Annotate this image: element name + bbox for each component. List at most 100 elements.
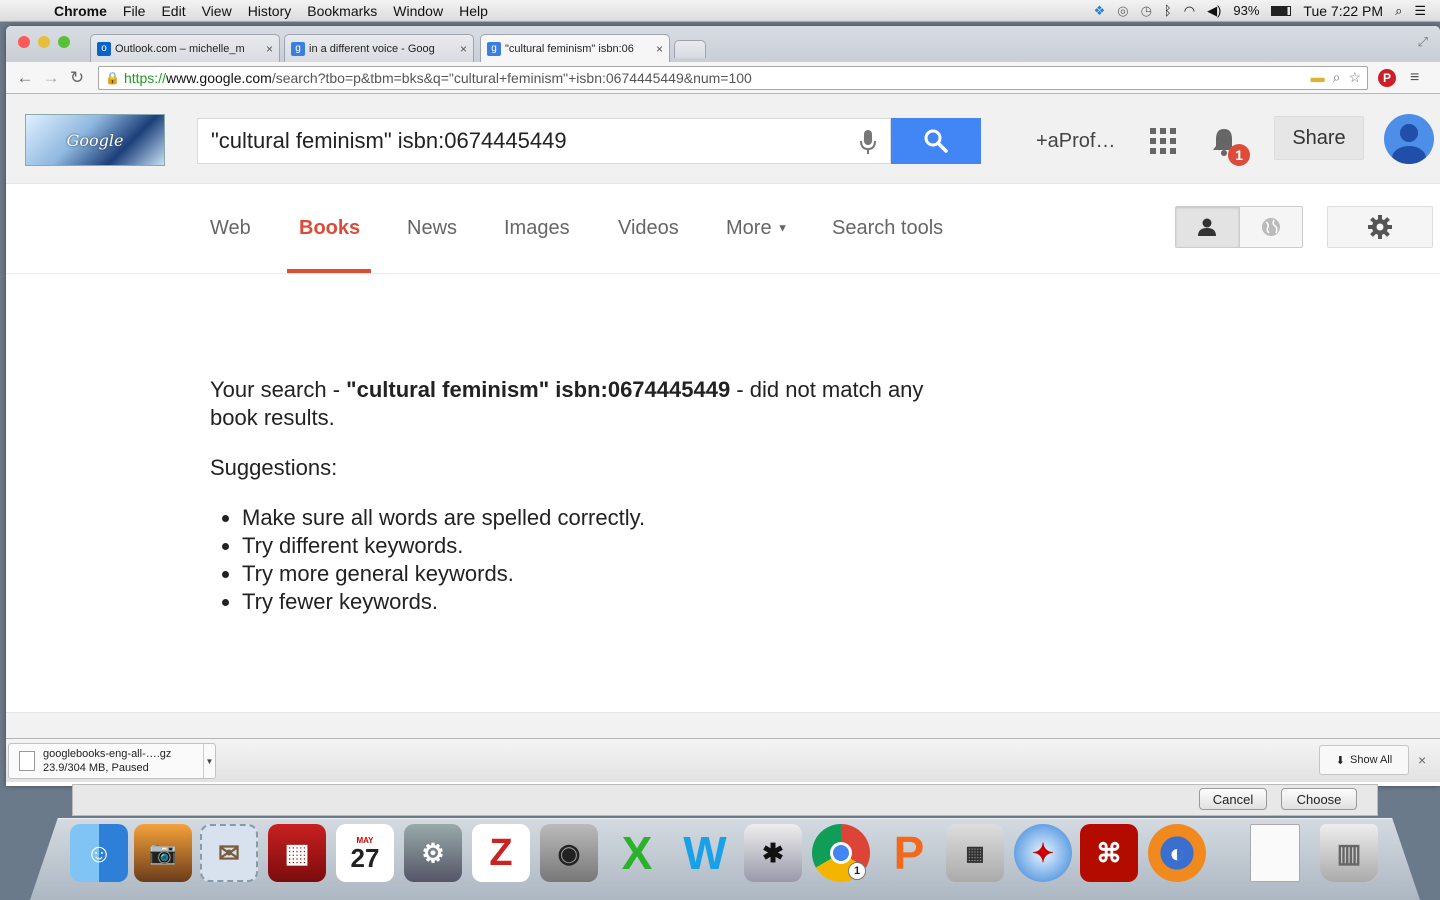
menu-app-chrome[interactable]: Chrome xyxy=(46,3,115,19)
tab-web[interactable]: Web xyxy=(210,217,251,240)
menu-window[interactable]: Window xyxy=(385,3,451,19)
apps-grid-icon[interactable] xyxy=(1150,128,1176,154)
no-match-text: Your search - "cultural feminism" isbn:0… xyxy=(210,377,924,430)
list-item: Make sure all words are spelled correctl… xyxy=(242,504,970,532)
personal-results-toggle[interactable] xyxy=(1175,206,1303,248)
tab-news[interactable]: News xyxy=(407,217,457,240)
search-button[interactable] xyxy=(891,118,981,164)
menu-view[interactable]: View xyxy=(194,3,240,19)
pinterest-icon[interactable]: P xyxy=(1378,68,1396,87)
minimize-window-button[interactable] xyxy=(38,36,50,48)
battery-icon[interactable] xyxy=(1271,5,1292,16)
settings-button[interactable] xyxy=(1327,206,1433,248)
share-button[interactable]: Share xyxy=(1274,116,1364,160)
photo-booth-icon[interactable]: ▦ xyxy=(268,824,326,882)
sync-icon[interactable]: ◎ xyxy=(1117,3,1128,19)
folder-icon[interactable]: ▬ xyxy=(1311,69,1325,86)
zoom-icon[interactable]: ⌕ xyxy=(1333,69,1341,86)
time-machine-icon[interactable]: ◷ xyxy=(1141,3,1152,19)
person-icon xyxy=(1198,218,1217,236)
tab-more[interactable]: More ▼ xyxy=(726,217,788,240)
show-all-downloads-button[interactable]: ⬇ Show All xyxy=(1319,745,1409,775)
no-results-message: Your search - "cultural feminism" isbn:0… xyxy=(210,376,970,616)
firefox-icon[interactable]: ◐ xyxy=(1148,824,1206,882)
chrome-dock-badge: 1 xyxy=(848,862,866,880)
document-icon[interactable] xyxy=(1250,824,1300,882)
macos-menu-bar: Chrome File Edit View History Bookmarks … xyxy=(0,0,1440,22)
browser-toolbar: ← → ↻ 🔒 https:// www.google.com /search?… xyxy=(6,62,1440,94)
close-tab-icon[interactable]: × xyxy=(656,42,663,56)
iphoto-icon[interactable]: 📷 xyxy=(134,824,192,882)
tab-books[interactable]: Books xyxy=(299,217,360,240)
menu-history[interactable]: History xyxy=(240,3,300,19)
gear-icon xyxy=(1368,215,1392,239)
spotlight-icon[interactable]: ⌕ xyxy=(1395,3,1402,19)
search-input[interactable]: "cultural feminism" isbn:0674445449 xyxy=(197,118,891,164)
notification-badge[interactable]: 1 xyxy=(1228,144,1250,166)
download-filename: googlebooks-eng-all-….gz xyxy=(43,748,172,760)
acrobat-icon[interactable]: ⌘ xyxy=(1080,824,1138,882)
menu-edit[interactable]: Edit xyxy=(153,3,193,19)
battery-percent[interactable]: 93% xyxy=(1233,3,1259,18)
close-download-shelf-icon[interactable]: × xyxy=(1418,752,1426,768)
microphone-icon[interactable] xyxy=(858,128,878,156)
download-menu-icon[interactable]: ▼ xyxy=(203,744,215,778)
bluetooth-icon[interactable]: ᛒ xyxy=(1164,3,1172,18)
dropbox-icon[interactable]: ❖ xyxy=(1094,3,1106,19)
excel-icon[interactable]: X xyxy=(608,824,666,882)
mail-stamp-icon[interactable]: ✉ xyxy=(200,824,258,882)
word-icon[interactable]: W xyxy=(676,824,734,882)
account-avatar[interactable] xyxy=(1384,114,1434,164)
calculator-icon[interactable]: ▦ xyxy=(946,824,1004,882)
powerpoint-icon[interactable]: P xyxy=(880,824,938,882)
menu-help[interactable]: Help xyxy=(451,3,496,19)
tab-cultural-feminism[interactable]: g "cultural feminism" isbn:06 × xyxy=(480,34,670,62)
suggestions-list: Make sure all words are spelled correctl… xyxy=(242,504,970,616)
tab-videos[interactable]: Videos xyxy=(618,217,679,240)
tab-different-voice[interactable]: g in a different voice - Goog × xyxy=(284,34,474,62)
reload-icon[interactable]: ↻ xyxy=(64,68,90,88)
system-preferences-icon[interactable]: ⚙ xyxy=(404,824,462,882)
choose-button[interactable]: Choose xyxy=(1281,788,1357,810)
forward-icon[interactable]: → xyxy=(38,68,64,88)
address-bar[interactable]: 🔒 https:// www.google.com /search?tbo=p&… xyxy=(98,65,1368,90)
new-tab-button[interactable] xyxy=(674,40,706,58)
menu-file[interactable]: File xyxy=(115,3,154,19)
calendar-icon[interactable]: MAY 27 xyxy=(336,824,394,882)
download-item[interactable]: googlebooks-eng-all-….gz 23.9/304 MB, Pa… xyxy=(8,743,216,779)
wifi-icon[interactable]: ◠ xyxy=(1184,3,1195,19)
zoom-window-button[interactable] xyxy=(58,36,70,48)
volume-icon[interactable]: ◀) xyxy=(1207,3,1221,19)
globe-icon xyxy=(1261,218,1280,236)
personal-results-button[interactable] xyxy=(1176,207,1240,247)
notification-center-icon[interactable]: ☰ xyxy=(1414,3,1426,19)
close-window-button[interactable] xyxy=(18,36,30,48)
global-results-button[interactable] xyxy=(1240,207,1303,247)
google-favicon-icon: g xyxy=(291,41,305,56)
close-tab-icon[interactable]: × xyxy=(266,42,273,56)
cancel-button[interactable]: Cancel xyxy=(1199,788,1267,810)
google-header: Google "cultural feminism" isbn:06744454… xyxy=(6,94,1440,184)
safari-icon[interactable]: ✦ xyxy=(1014,824,1072,882)
query-echo: "cultural feminism" isbn:0674445449 xyxy=(346,377,731,402)
back-icon[interactable]: ← xyxy=(12,68,38,88)
antconc-icon[interactable]: ✱ xyxy=(744,824,802,882)
menu-bookmarks[interactable]: Bookmarks xyxy=(299,3,385,19)
google-plus-profile-link[interactable]: +aProf… xyxy=(1036,130,1115,153)
close-tab-icon[interactable]: × xyxy=(460,42,467,56)
chrome-menu-icon[interactable]: ≡ xyxy=(1410,69,1419,87)
file-dialog-bar: Cancel Choose xyxy=(72,784,1378,816)
tab-images[interactable]: Images xyxy=(504,217,570,240)
tab-search-tools[interactable]: Search tools xyxy=(832,217,943,240)
zotero-icon[interactable]: Z xyxy=(472,824,530,882)
facetime-icon[interactable]: ◉ xyxy=(540,824,598,882)
google-doodle-logo[interactable]: Google xyxy=(25,114,165,166)
fullscreen-icon[interactable]: ⤢ xyxy=(1418,34,1428,50)
tab-outlook[interactable]: o Outlook.com – michelle_m × xyxy=(90,34,280,62)
trash-icon[interactable]: ▥ xyxy=(1320,824,1378,882)
list-item: Try more general keywords. xyxy=(242,560,970,588)
person-icon xyxy=(1392,124,1426,164)
bookmark-star-icon[interactable]: ☆ xyxy=(1348,69,1361,86)
clock[interactable]: Tue 7:22 PM xyxy=(1303,3,1383,19)
finder-icon[interactable]: ☺ xyxy=(70,824,128,882)
